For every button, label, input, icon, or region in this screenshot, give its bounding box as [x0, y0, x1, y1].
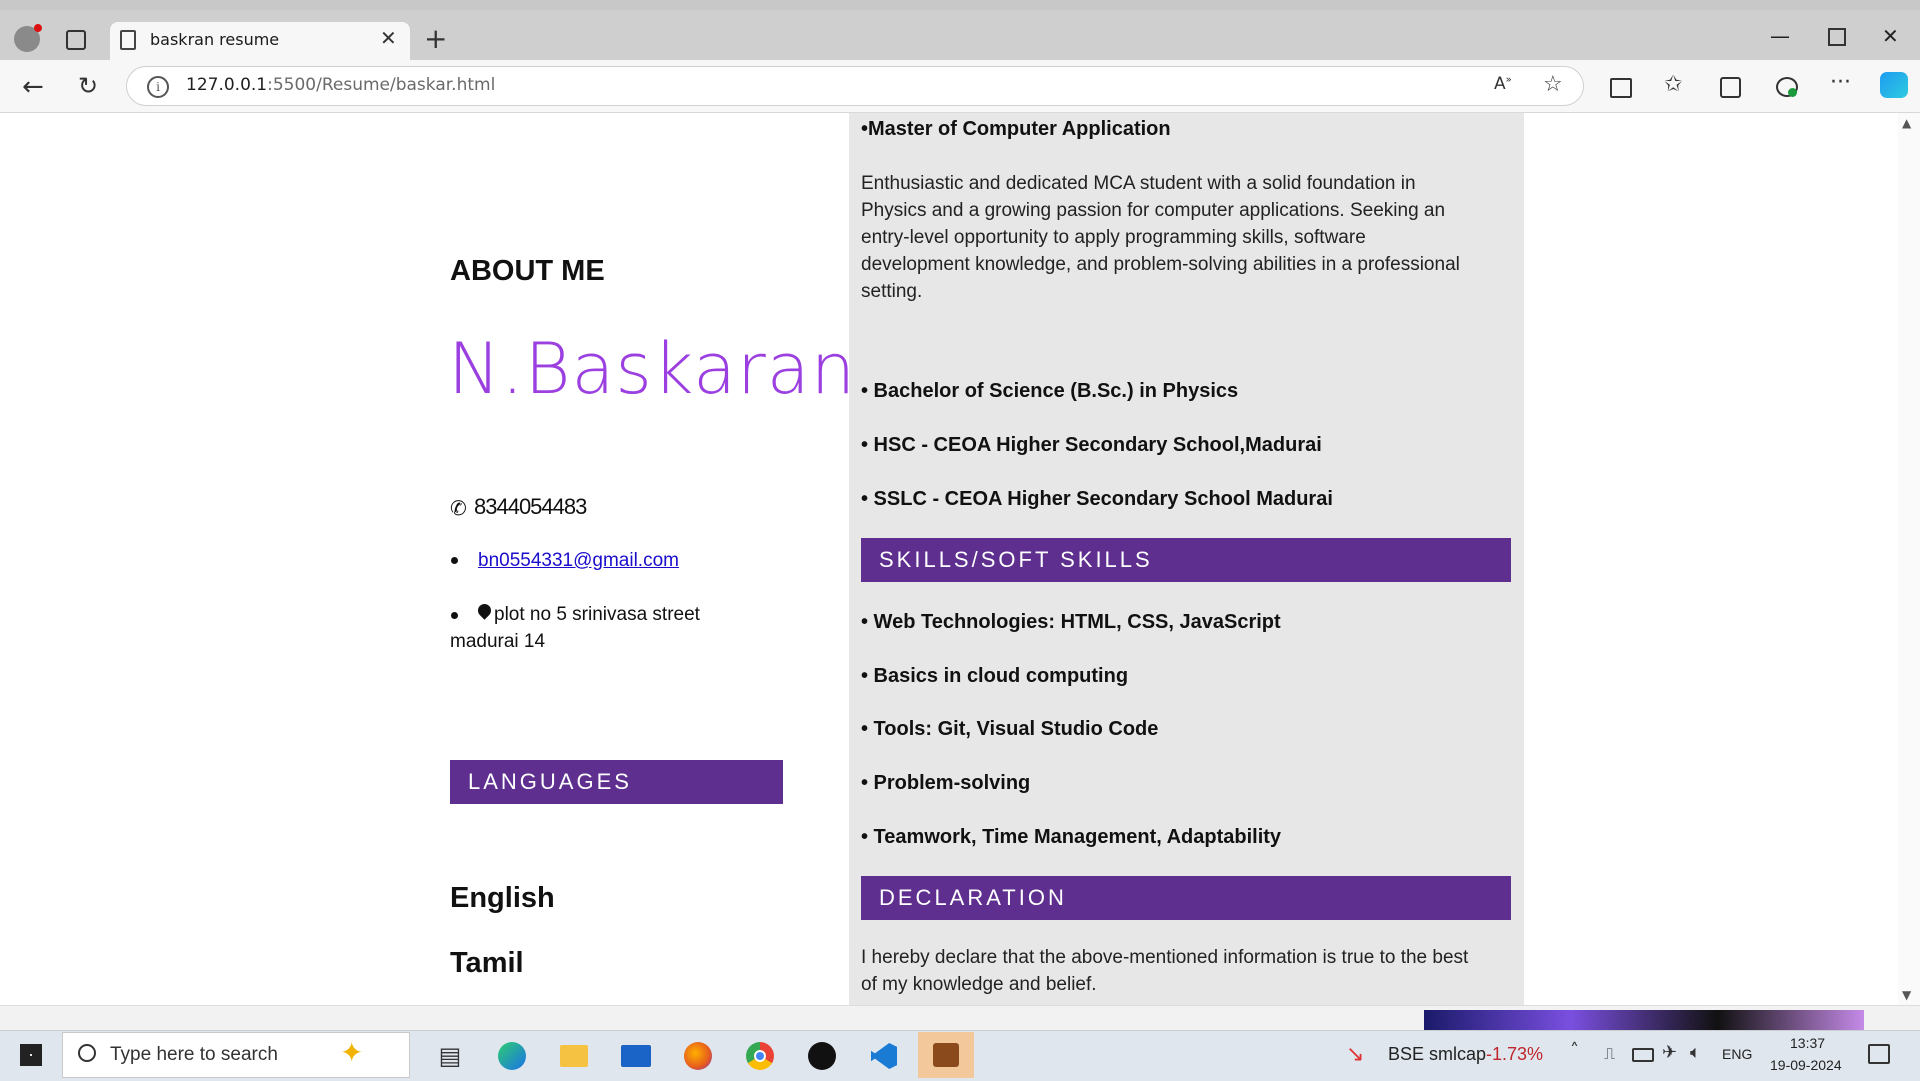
skill-item: • Problem-solving — [861, 772, 1031, 794]
network-icon[interactable]: ⎍ — [1604, 1044, 1615, 1064]
page-icon — [120, 30, 136, 50]
address-bullet — [451, 612, 458, 619]
vscode-icon[interactable] — [856, 1035, 912, 1077]
scroll-up-arrow[interactable]: ▲ — [1902, 116, 1911, 130]
start-icon[interactable] — [20, 1044, 42, 1066]
skill-item: • Basics in cloud computing — [861, 665, 1129, 687]
clock-date[interactable]: 19-09-2024 — [1770, 1057, 1842, 1073]
email-link[interactable]: bn0554331@gmail.com — [478, 550, 679, 572]
resume-name: N.Baskaran — [448, 328, 857, 410]
volume-icon[interactable]: 🔈︎ — [1690, 1042, 1701, 1063]
skills-heading: SKILLS/SOFT SKILLS — [861, 538, 1511, 582]
performance-status-dot — [1788, 88, 1797, 97]
phone-icon: ✆ — [450, 496, 467, 520]
file-explorer-icon[interactable] — [546, 1035, 602, 1077]
url-path: :5500/Resume/baskar.html — [267, 75, 496, 95]
language-item: Tamil — [450, 947, 524, 979]
read-aloud-icon[interactable]: A» — [1494, 74, 1512, 94]
airplane-icon[interactable]: ✈ — [1662, 1042, 1677, 1063]
back-icon[interactable]: ← — [22, 72, 44, 102]
chrome-icon[interactable] — [732, 1035, 788, 1077]
stock-chart-icon: ↘ — [1346, 1042, 1365, 1067]
clock-time[interactable]: 13:37 — [1790, 1035, 1825, 1051]
phone-number: 8344054483 — [474, 494, 587, 519]
education-item: • HSC - CEOA Higher Secondary School,Mad… — [861, 434, 1322, 456]
edge-icon[interactable] — [484, 1035, 540, 1077]
more-icon[interactable]: ··· — [1830, 70, 1851, 95]
collections-icon[interactable] — [1720, 77, 1741, 98]
split-screen-icon[interactable] — [1610, 78, 1632, 98]
info-icon[interactable]: i — [147, 76, 169, 98]
summary-line: Enthusiastic and dedicated MCA student w… — [861, 173, 1416, 194]
maximize-icon[interactable] — [1828, 28, 1846, 46]
task-view-icon[interactable]: ▤ — [422, 1035, 478, 1077]
notification-dot — [34, 24, 42, 32]
url-host: 127.0.0.1 — [186, 75, 268, 95]
stock-change: -1.73% — [1486, 1044, 1544, 1064]
copilot-icon[interactable] — [1880, 72, 1908, 98]
skill-item: • Tools: Git, Visual Studio Code — [861, 718, 1159, 740]
about-heading: ABOUT ME — [450, 255, 605, 287]
address-line-1: plot no 5 srinivasa street — [494, 604, 700, 625]
address-line-2: madurai 14 — [450, 631, 546, 652]
stock-label[interactable]: BSE smlcap — [1388, 1044, 1486, 1065]
background-image-fragment — [1424, 1010, 1864, 1030]
search-icon — [78, 1044, 96, 1062]
favorites-icon[interactable]: ✩ — [1664, 72, 1682, 97]
github-icon[interactable] — [794, 1035, 850, 1077]
notification-center-icon[interactable] — [1868, 1044, 1890, 1064]
skill-item: • Web Technologies: HTML, CSS, JavaScrip… — [861, 611, 1281, 633]
declaration-line: I hereby declare that the above-mentione… — [861, 947, 1469, 968]
summary-line: entry-level opportunity to apply program… — [861, 227, 1366, 248]
url-text[interactable]: 127.0.0.1:5500/Resume/baskar.html — [186, 75, 495, 95]
email-bullet — [451, 557, 458, 564]
summary-line: Physics and a growing passion for comput… — [861, 200, 1446, 221]
page-scrollbar[interactable] — [1898, 113, 1920, 1005]
reload-icon[interactable]: ↻ — [78, 72, 98, 100]
language-indicator[interactable]: ENG — [1722, 1046, 1752, 1062]
skill-item: • Teamwork, Time Management, Adaptabilit… — [861, 826, 1282, 848]
summary-line: setting. — [861, 281, 923, 302]
mail-icon[interactable] — [608, 1035, 664, 1077]
new-tab-icon[interactable]: + — [424, 22, 447, 55]
minimize-icon[interactable]: — — [1770, 24, 1790, 48]
declaration-heading: DECLARATION — [861, 876, 1511, 920]
search-highlight-icon: ✦ — [340, 1036, 364, 1069]
education-item: • Bachelor of Science (B.Sc.) in Physics — [861, 380, 1239, 402]
language-item: English — [450, 882, 555, 914]
favorite-icon[interactable]: ☆ — [1543, 72, 1563, 97]
close-icon[interactable]: ✕ — [380, 26, 397, 50]
show-hidden-icons-icon[interactable]: ˄ — [1570, 1040, 1579, 1061]
tab-title: baskran resume — [150, 30, 280, 49]
window-close-icon[interactable]: ✕ — [1882, 24, 1899, 48]
languages-heading: LANGUAGES — [450, 760, 783, 804]
scroll-down-arrow[interactable]: ▼ — [1902, 988, 1911, 1002]
winrar-icon[interactable] — [918, 1032, 974, 1078]
declaration-line: of my knowledge and belief. — [861, 974, 1097, 995]
degree-title: •Master of Computer Application — [861, 118, 1171, 140]
education-item: • SSLC - CEOA Higher Secondary School Ma… — [861, 488, 1333, 510]
search-placeholder: Type here to search — [110, 1044, 278, 1065]
battery-icon[interactable] — [1632, 1048, 1654, 1062]
tab-actions-icon[interactable] — [66, 30, 86, 50]
firefox-icon[interactable] — [670, 1035, 726, 1077]
summary-line: development knowledge, and problem-solvi… — [861, 254, 1460, 275]
